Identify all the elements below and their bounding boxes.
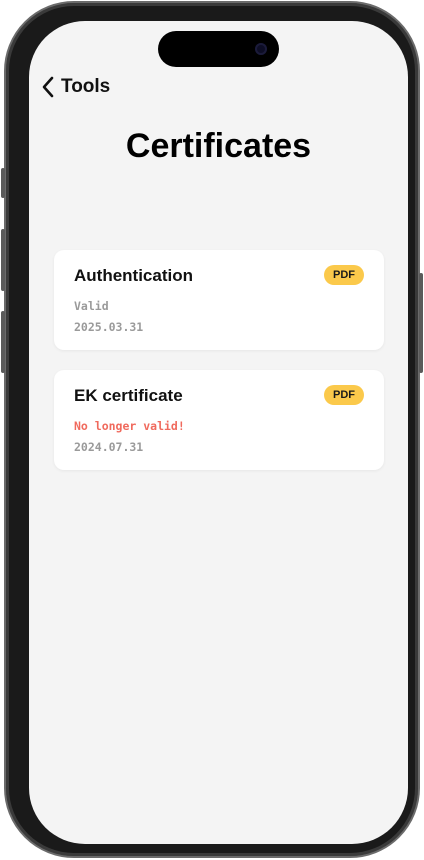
certificate-card-authentication[interactable]: Authentication PDF Valid 2025.03.31: [54, 250, 384, 350]
power-button: [419, 273, 423, 373]
screen: Tools Certificates Authentication PDF Va…: [29, 21, 408, 844]
certificate-date: 2024.07.31: [74, 440, 144, 454]
certificate-name: EK certificate: [74, 386, 183, 405]
certificate-status: No longer valid!: [74, 419, 185, 433]
page-title: Certificates: [125, 127, 312, 165]
volume-down-button: [1, 311, 5, 373]
pdf-badge[interactable]: PDF: [324, 385, 364, 405]
phone-frame: Tools Certificates Authentication PDF Va…: [1, 1, 423, 858]
chevron-left-icon: [41, 76, 55, 98]
back-label: Tools: [61, 76, 111, 97]
volume-up-button: [1, 229, 5, 291]
back-button[interactable]: Tools: [41, 73, 110, 101]
front-camera-icon: [255, 43, 267, 55]
certificate-card-ek[interactable]: EK certificate PDF No longer valid! 2024…: [54, 370, 384, 470]
pdf-badge[interactable]: PDF: [324, 265, 364, 285]
action-button: [1, 168, 5, 198]
dynamic-island: [158, 31, 279, 67]
certificate-name: Authentication: [74, 266, 193, 285]
certificate-date: 2025.03.31: [74, 320, 144, 334]
certificate-status: Valid: [74, 299, 109, 313]
